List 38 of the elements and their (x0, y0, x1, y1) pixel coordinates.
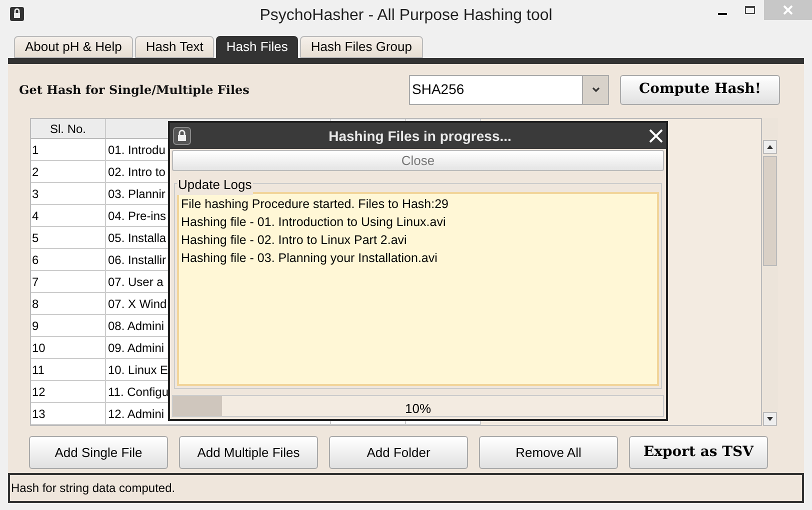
action-button[interactable]: Export as TSV (629, 436, 768, 469)
table-cell: 5 (31, 227, 106, 248)
tab[interactable]: Hash Files Group (300, 36, 423, 58)
status-bar: Hash for string data computed. (8, 473, 804, 503)
column-header: Sl. No. (31, 119, 106, 138)
table-cell: 11 (31, 359, 106, 380)
tab[interactable]: About pH & Help (14, 36, 133, 58)
algorithm-dropdown[interactable]: SHA256 (409, 74, 609, 104)
dialog-title: Hashing Files in progress... (328, 126, 512, 146)
table-cell: 9 (31, 315, 106, 336)
tab[interactable]: Hash Files (216, 36, 298, 58)
close-button[interactable]: Close (172, 150, 664, 171)
caret-icon (592, 86, 600, 92)
action-button[interactable]: Add Single File (29, 436, 168, 469)
scroll-down-icon[interactable] (763, 412, 777, 426)
progress-reading: 10% (404, 400, 432, 418)
table-cell: 2 (31, 161, 106, 182)
scroll-up-icon[interactable] (763, 140, 777, 154)
table-cell: 8 (31, 293, 106, 314)
action-button[interactable]: Add Folder (329, 436, 468, 469)
app-icon (9, 6, 25, 22)
lock-icon (173, 127, 191, 145)
table-cell: 3 (31, 183, 106, 204)
table-cell: 6 (31, 249, 106, 270)
table-cell: 13 (31, 403, 106, 424)
action-button[interactable]: Remove All (479, 436, 618, 469)
table-cell: 7 (31, 271, 106, 292)
section-heading: Get Hash for Single/Multiple Files (19, 82, 250, 98)
table-cell: 12 (31, 381, 106, 402)
close-icon[interactable] (648, 129, 663, 143)
table-cell: 1 (31, 139, 106, 160)
window-title: PsychoHasher - All Purpose Hashing tool (260, 6, 552, 26)
table-cell: 10 (31, 337, 106, 358)
close-icon (783, 5, 793, 15)
action-button[interactable]: Add Multiple Files (179, 436, 318, 469)
tab[interactable]: Hash Text (134, 36, 214, 58)
table-cell: 4 (31, 205, 106, 226)
compute-hash-button[interactable]: Compute Hash! (620, 74, 780, 104)
